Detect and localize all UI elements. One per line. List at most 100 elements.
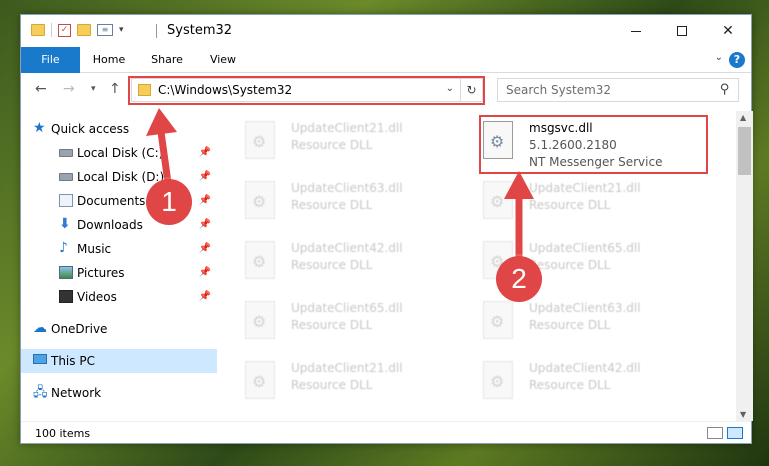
up-arrow-icon[interactable]: ↑: [109, 81, 121, 97]
pin-icon[interactable]: 📌: [199, 189, 211, 213]
sidebar-item-pictures[interactable]: Pictures 📌: [21, 261, 217, 285]
disk-icon: [59, 173, 73, 181]
sidebar-item-local-disk-d[interactable]: Local Disk (D:) 📌: [21, 165, 217, 189]
file-item[interactable]: UpdateClient21.dll Resource DLL: [245, 357, 475, 413]
toolbar-divider: [51, 23, 52, 37]
large-icons-view-icon[interactable]: [727, 427, 743, 439]
maximize-button[interactable]: [659, 15, 705, 47]
tab-share[interactable]: Share: [139, 47, 195, 73]
pin-icon[interactable]: 📌: [199, 261, 211, 285]
scroll-up-arrow-icon[interactable]: ▲: [740, 113, 746, 122]
customize-toolbar-chevron-icon[interactable]: ▾: [119, 25, 124, 35]
file-name: UpdateClient63.dll: [291, 181, 403, 195]
file-item[interactable]: UpdateClient42.dll Resource DLL: [483, 357, 713, 413]
sidebar-item-network[interactable]: 🖧 Network: [21, 381, 217, 405]
file-highlight: [479, 115, 708, 174]
dll-file-icon: [245, 361, 275, 399]
pictures-icon: [59, 266, 73, 279]
sidebar-item-label: Network: [51, 386, 102, 400]
star-icon: ★: [33, 120, 46, 136]
expand-ribbon-chevron-icon[interactable]: ⌄: [715, 52, 723, 63]
file-name: UpdateClient42.dll: [529, 361, 641, 375]
window-title: System32: [167, 23, 233, 38]
file-name: UpdateClient63.dll: [529, 301, 641, 315]
title-divider: [156, 24, 157, 38]
pin-icon[interactable]: 📌: [199, 213, 211, 237]
sidebar-item-music[interactable]: ♪ Music 📌: [21, 237, 217, 261]
file-item[interactable]: UpdateClient21.dll Resource DLL: [245, 117, 475, 173]
step-1-badge: 1: [146, 179, 192, 225]
details-view-icon[interactable]: [707, 427, 723, 439]
search-icon[interactable]: ⚲: [720, 82, 730, 97]
minimize-icon: [631, 30, 641, 32]
sidebar-item-label: This PC: [51, 354, 95, 368]
file-type: Resource DLL: [529, 318, 611, 332]
back-arrow-icon[interactable]: ←: [35, 81, 47, 97]
network-icon: 🖧: [33, 385, 48, 400]
forward-arrow-icon[interactable]: →: [63, 81, 75, 97]
scrollbar-thumb[interactable]: [738, 127, 751, 175]
sidebar-item-this-pc[interactable]: This PC: [21, 349, 217, 373]
sidebar-item-label: Quick access: [51, 122, 130, 136]
pin-icon[interactable]: 📌: [199, 237, 211, 261]
explorer-window: ✓ ≡ ▾ System32 ✕ File Home Share View ⌄ …: [20, 14, 753, 445]
scroll-down-arrow-icon[interactable]: ▼: [740, 410, 746, 419]
maximize-icon: [677, 26, 687, 36]
file-type: Resource DLL: [291, 258, 373, 272]
close-button[interactable]: ✕: [705, 15, 751, 47]
minimize-button[interactable]: [613, 15, 659, 47]
close-icon: ✕: [722, 23, 734, 39]
file-type: Resource DLL: [529, 378, 611, 392]
step-2-badge: 2: [496, 256, 542, 302]
search-input[interactable]: Search System32 ⚲: [497, 78, 739, 102]
recent-locations-chevron-icon[interactable]: ▾: [91, 84, 96, 94]
file-type: Resource DLL: [291, 318, 373, 332]
sidebar-item-quick-access[interactable]: ★ Quick access: [21, 117, 217, 141]
file-item[interactable]: UpdateClient21.dll Resource DLL: [483, 177, 713, 233]
navigation-pane: ★ Quick access Local Disk (C:) 📌 Local D…: [21, 111, 217, 409]
sidebar-item-onedrive[interactable]: ☁ OneDrive: [21, 317, 217, 341]
file-type: Resource DLL: [291, 378, 373, 392]
file-type: Resource DLL: [291, 138, 373, 152]
file-name: UpdateClient21.dll: [291, 121, 403, 135]
sidebar-item-label: OneDrive: [51, 322, 108, 336]
downloads-icon: ⬇: [59, 216, 71, 232]
file-item[interactable]: UpdateClient65.dll Resource DLL: [245, 297, 475, 353]
sidebar-item-downloads[interactable]: ⬇ Downloads 📌: [21, 213, 217, 237]
file-item[interactable]: UpdateClient63.dll Resource DLL: [245, 177, 475, 233]
dll-file-icon: [483, 181, 513, 219]
sidebar-item-label: Local Disk (C:): [77, 146, 164, 160]
pin-icon[interactable]: 📌: [199, 165, 211, 189]
sidebar-item-label: Downloads: [77, 218, 143, 232]
pin-icon[interactable]: 📌: [199, 285, 211, 309]
dll-file-icon: [245, 121, 275, 159]
file-name: UpdateClient21.dll: [529, 181, 641, 195]
dll-file-icon: [483, 301, 513, 339]
tab-view[interactable]: View: [197, 47, 249, 73]
properties-icon[interactable]: ≡: [97, 24, 113, 36]
new-folder-icon[interactable]: [77, 24, 91, 36]
computer-icon: [33, 354, 47, 364]
sidebar-item-local-disk-c[interactable]: Local Disk (C:) 📌: [21, 141, 217, 165]
file-type: Resource DLL: [529, 258, 611, 272]
vertical-scrollbar[interactable]: ▲ ▼: [736, 111, 753, 421]
pin-icon[interactable]: 📌: [199, 141, 211, 165]
sidebar-item-videos[interactable]: Videos 📌: [21, 285, 217, 309]
sidebar-item-label: Videos: [77, 290, 117, 304]
cloud-icon: ☁: [33, 320, 47, 336]
search-placeholder: Search System32: [506, 83, 612, 97]
file-item[interactable]: UpdateClient42.dll Resource DLL: [245, 237, 475, 293]
dll-file-icon: [483, 361, 513, 399]
sidebar-item-label: Documents: [77, 194, 146, 208]
status-bar: 100 items: [21, 421, 751, 445]
dll-file-icon: [245, 181, 275, 219]
tab-file[interactable]: File: [21, 47, 80, 73]
help-icon[interactable]: ?: [729, 52, 745, 68]
quick-access-toolbar: ✓ ≡ ▾: [31, 23, 124, 37]
tab-home[interactable]: Home: [81, 47, 137, 73]
item-count: 100 items: [35, 427, 91, 440]
properties-check-icon[interactable]: ✓: [58, 23, 71, 37]
file-name: UpdateClient21.dll: [291, 361, 403, 375]
file-item[interactable]: UpdateClient63.dll Resource DLL: [483, 297, 713, 353]
sidebar-item-label: Music: [77, 242, 112, 256]
